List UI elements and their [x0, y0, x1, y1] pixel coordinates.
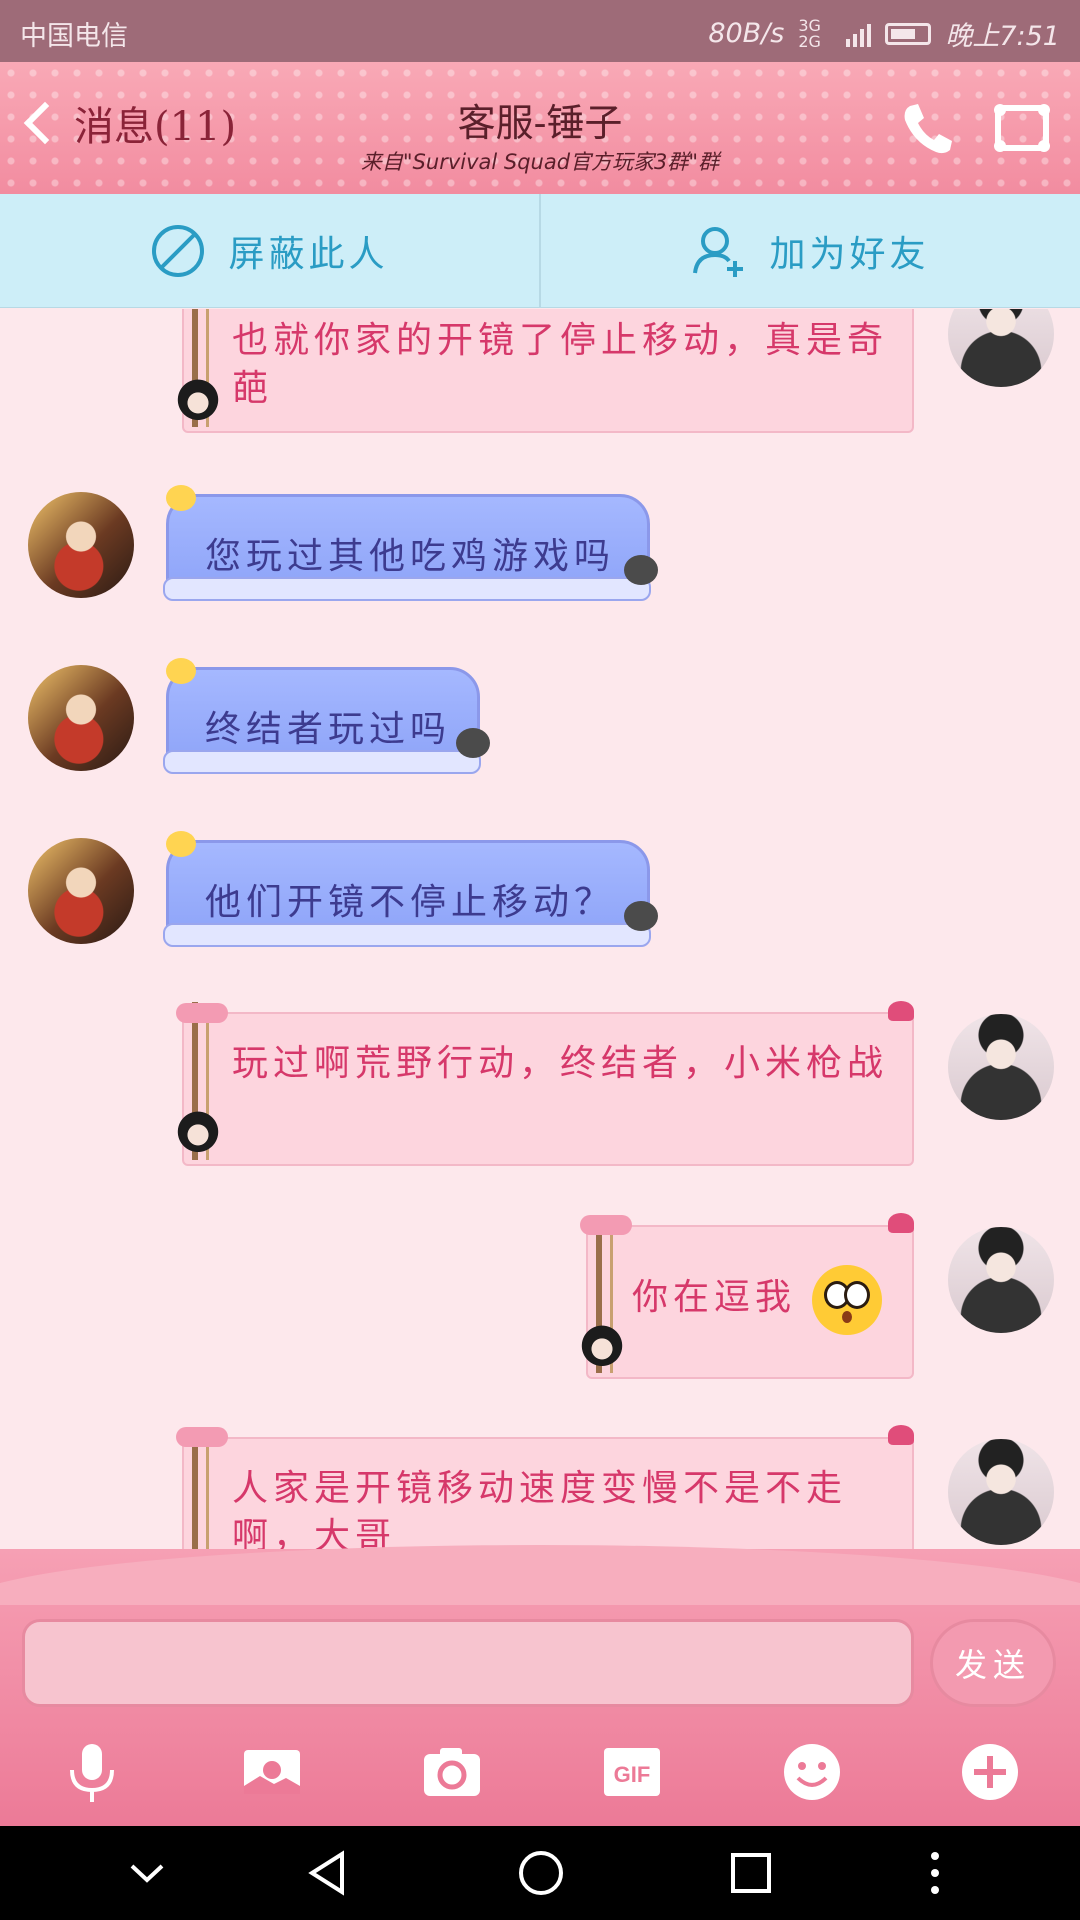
avatar[interactable] [948, 1439, 1054, 1545]
message-text: 人家是开镜移动速度变慢不是不走啊，大哥 [232, 1468, 848, 1549]
message-text: 你在逗我 [632, 1277, 797, 1318]
avatar[interactable] [948, 1014, 1054, 1120]
signal-icon [846, 21, 872, 47]
avatar[interactable] [948, 309, 1054, 387]
bubble-decoration-chick [166, 485, 196, 511]
message-bubble[interactable]: 他们开镜不停止移动？ [163, 840, 651, 947]
avatar[interactable] [948, 1227, 1054, 1333]
bubble-decoration-chick [166, 658, 196, 684]
gif-icon[interactable]: GIF [600, 1740, 664, 1804]
message-list[interactable]: 也就你家的开镜了停止移动，真是奇葩 您玩过其他吃鸡游戏吗 终结者玩过吗 他们开镜… [0, 309, 1080, 1549]
emoji-icon[interactable] [780, 1740, 844, 1804]
block-icon [152, 224, 205, 277]
system-nav-bar [0, 1826, 1080, 1920]
back-nav-icon[interactable] [304, 1848, 354, 1898]
action-bar: 屏蔽此人 加为好友 [0, 194, 1080, 308]
astonished-emoji-icon [812, 1265, 883, 1335]
image-icon[interactable] [240, 1740, 304, 1804]
message-text: 您玩过其他吃鸡游戏吗 [205, 536, 616, 577]
camera-icon[interactable] [420, 1740, 484, 1804]
bubble-decoration-butterfly [888, 1425, 914, 1445]
bubble-decoration-blossom [176, 1427, 228, 1447]
message-text: 他们开镜不停止移动？ [205, 882, 616, 923]
composer-toolbar: GIF [0, 1740, 1080, 1820]
bubble-decoration-bear [624, 901, 658, 931]
message-bubble[interactable]: 您玩过其他吃鸡游戏吗 [163, 494, 651, 601]
bubble-decoration-blossom [580, 1215, 632, 1235]
microphone-icon[interactable] [60, 1740, 124, 1804]
bubble-decoration-blossom [176, 1003, 228, 1023]
bubble-decoration-girl [576, 1321, 628, 1383]
carrier-label: 中国电信 [20, 21, 128, 52]
group-icon[interactable] [992, 100, 1052, 156]
battery-icon [885, 22, 932, 45]
bubble-decoration-butterfly [888, 1001, 914, 1021]
message-input[interactable] [22, 1619, 914, 1707]
message-text: 也就你家的开镜了停止移动，真是奇葩 [232, 320, 889, 409]
hide-keyboard-icon[interactable] [122, 1848, 172, 1898]
block-user-button[interactable]: 屏蔽此人 [0, 194, 539, 307]
bubble-decoration-chick [166, 831, 196, 857]
message-bubble[interactable]: 人家是开镜移动速度变慢不是不走啊，大哥 [182, 1427, 914, 1549]
recents-nav-icon[interactable] [726, 1848, 776, 1898]
avatar[interactable] [28, 492, 134, 598]
message-bubble[interactable]: 你在逗我 [586, 1215, 914, 1379]
avatar[interactable] [28, 838, 134, 944]
bubble-decoration-butterfly [888, 1213, 914, 1233]
add-friend-icon [693, 226, 744, 277]
message-text: 终结者玩过吗 [205, 709, 452, 750]
bubble-decoration-girl [172, 375, 224, 437]
bubble-decoration-bear [624, 555, 658, 585]
clock: 晚上7:51 [945, 21, 1060, 52]
avatar[interactable] [28, 665, 134, 771]
plus-icon[interactable] [958, 1740, 1022, 1804]
network-type: 3G 2G [798, 15, 821, 51]
message-bubble[interactable]: 终结者玩过吗 [163, 667, 481, 774]
add-friend-label: 加为好友 [769, 233, 930, 275]
message-text: 玩过啊荒野行动，终结者，小米枪战 [232, 1043, 889, 1084]
add-friend-button[interactable]: 加为好友 [539, 194, 1080, 307]
send-button[interactable]: 发送 [930, 1619, 1056, 1707]
bubble-decoration-bear [456, 728, 490, 758]
status-bar: 中国电信 80B/s 3G 2G 晚上7:51 [0, 0, 1080, 62]
chat-header: 消息(11) 客服-锤子 来自"Survival Squad官方玩家3群"群 [0, 62, 1080, 194]
network-speed: 80B/s [708, 18, 785, 49]
message-bubble[interactable]: 也就你家的开镜了停止移动，真是奇葩 [182, 309, 914, 433]
block-label: 屏蔽此人 [228, 233, 389, 275]
phone-icon[interactable] [896, 100, 956, 156]
home-nav-icon[interactable] [516, 1848, 566, 1898]
gif-icon-label: GIF [614, 1762, 651, 1787]
message-bubble[interactable]: 玩过啊荒野行动，终结者，小米枪战 [182, 1002, 914, 1166]
bubble-decoration-girl [172, 1107, 224, 1169]
more-nav-icon[interactable] [910, 1848, 960, 1898]
